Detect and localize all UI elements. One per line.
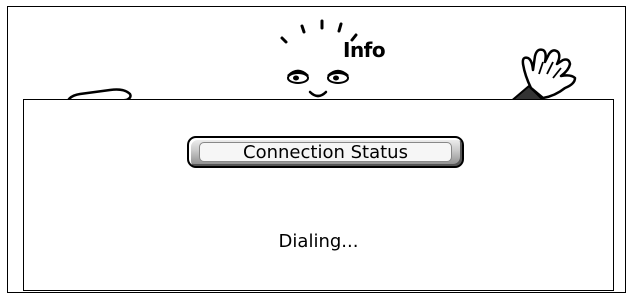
info-header-label: Info <box>343 38 386 62</box>
dialing-status-text: Dialing... <box>278 231 359 252</box>
connection-status-panel: Connection Status Dialing... <box>23 99 614 291</box>
connection-status-label: Connection Status <box>243 141 408 163</box>
connection-status-button[interactable]: Connection Status <box>187 136 464 168</box>
